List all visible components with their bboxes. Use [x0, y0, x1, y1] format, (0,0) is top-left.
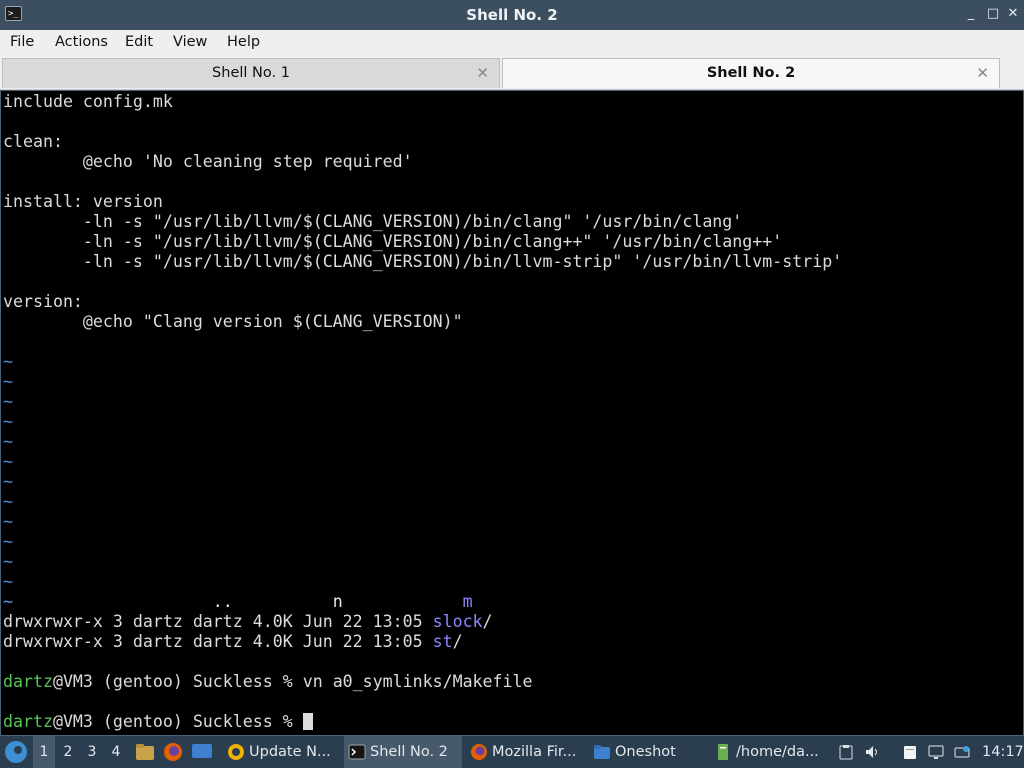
close-button[interactable]: ✕ [1004, 5, 1022, 23]
workspace-2[interactable]: 2 [57, 736, 79, 768]
file-manager-launcher[interactable] [134, 736, 156, 768]
firefox-icon [471, 744, 487, 760]
empty-line-tilde: ~ [3, 452, 13, 471]
minimize-button[interactable]: _ [962, 5, 980, 23]
tab-close-icon[interactable]: ✕ [476, 64, 489, 82]
display-icon[interactable] [928, 744, 944, 760]
workspace-1[interactable]: 1 [33, 736, 55, 768]
terminal-line: include config.mk [3, 92, 173, 111]
desktop-launcher[interactable] [190, 736, 214, 768]
clipboard-icon[interactable] [838, 744, 854, 760]
editor-remnant-line: ~ .. n m [3, 592, 473, 611]
tab-label: Shell No. 1 [212, 65, 290, 81]
firefox-launcher[interactable] [162, 736, 184, 768]
menu-file[interactable]: File [10, 34, 34, 50]
text-editor-icon [718, 744, 728, 760]
task-label: Shell No. 2 [370, 744, 448, 760]
current-prompt[interactable]: dartz@VM3 (gentoo) Suckless % [3, 712, 313, 732]
window-titlebar: >_ Shell No. 2 _ □ ✕ [0, 0, 1024, 30]
folder-icon [136, 744, 154, 760]
folder-icon [594, 745, 610, 759]
clock[interactable]: 14:17 [982, 736, 1024, 768]
terminal-line: -ln -s "/usr/lib/llvm/$(CLANG_VERSION)/b… [3, 252, 843, 271]
empty-line-tilde: ~ [3, 472, 13, 491]
volume-icon[interactable] [864, 744, 880, 760]
desktop-icon [192, 744, 212, 758]
tab-shell-2[interactable]: Shell No. 2 ✕ [502, 58, 1000, 88]
terminal-line: install: version [3, 192, 163, 211]
empty-line-tilde: ~ [3, 492, 13, 511]
prompt-line: dartz@VM3 (gentoo) Suckless % vn a0_syml… [3, 672, 533, 691]
empty-line-tilde: ~ [3, 572, 13, 591]
empty-line-tilde: ~ [3, 432, 13, 451]
tab-label: Shell No. 2 [706, 65, 796, 81]
empty-line-tilde: ~ [3, 552, 13, 571]
task-oneshot[interactable]: Oneshot [589, 736, 707, 768]
tab-bar: Shell No. 1 ✕ Shell No. 2 ✕ [0, 56, 1024, 90]
empty-line-tilde: ~ [3, 512, 13, 531]
ls-row: drwxrwxr-x 3 dartz dartz 4.0K Jun 22 13:… [3, 612, 493, 631]
window-title: Shell No. 2 [466, 6, 558, 24]
menu-actions[interactable]: Actions [55, 34, 108, 50]
start-menu-button[interactable] [2, 736, 30, 768]
task-update-notifier[interactable]: Update N... [223, 736, 341, 768]
notes-icon[interactable] [902, 744, 918, 760]
terminal-line: @echo 'No cleaning step required' [3, 152, 413, 171]
task-home-editor[interactable]: /home/da... [710, 736, 828, 768]
taskbar: 1 2 3 4 Update N... Shell No. 2 Mozilla … [0, 736, 1024, 768]
task-label: Update N... [249, 744, 331, 760]
terminal-output[interactable]: include config.mk clean: @echo 'No cleani… [0, 90, 1024, 736]
text-cursor [302, 713, 313, 730]
task-shell-no-2[interactable]: Shell No. 2 [344, 736, 462, 768]
empty-line-tilde: ~ [3, 412, 13, 431]
task-label: Mozilla Fir... [492, 744, 577, 760]
maximize-button[interactable]: □ [984, 5, 1002, 23]
workspace-4[interactable]: 4 [105, 736, 127, 768]
task-label: Oneshot [615, 744, 676, 760]
tab-close-icon[interactable]: ✕ [976, 64, 989, 82]
menu-view[interactable]: View [173, 34, 207, 50]
task-mozilla-firefox[interactable]: Mozilla Fir... [466, 736, 584, 768]
tab-shell-1[interactable]: Shell No. 1 ✕ [2, 58, 500, 88]
terminal-line: clean: [3, 132, 63, 151]
terminal-line: @echo "Clang version $(CLANG_VERSION)" [3, 312, 463, 331]
network-icon[interactable] [954, 744, 970, 760]
workspace-3[interactable]: 3 [81, 736, 103, 768]
update-notifier-icon [228, 744, 244, 760]
firefox-icon [164, 743, 182, 761]
menu-edit[interactable]: Edit [125, 34, 153, 50]
menu-help[interactable]: Help [227, 34, 260, 50]
terminal-line: -ln -s "/usr/lib/llvm/$(CLANG_VERSION)/b… [3, 232, 783, 251]
ls-row: drwxrwxr-x 3 dartz dartz 4.0K Jun 22 13:… [3, 632, 463, 651]
terminal-line: -ln -s "/usr/lib/llvm/$(CLANG_VERSION)/b… [3, 212, 743, 231]
menu-bar: File Actions Edit View Help [0, 30, 1024, 56]
empty-line-tilde: ~ [3, 392, 13, 411]
empty-line-tilde: ~ [3, 352, 13, 371]
terminal-icon [348, 744, 366, 760]
task-label: /home/da... [736, 744, 819, 760]
terminal-line: version: [3, 292, 83, 311]
gentoo-logo-icon [5, 741, 27, 763]
empty-line-tilde: ~ [3, 532, 13, 551]
empty-line-tilde: ~ [3, 372, 13, 391]
